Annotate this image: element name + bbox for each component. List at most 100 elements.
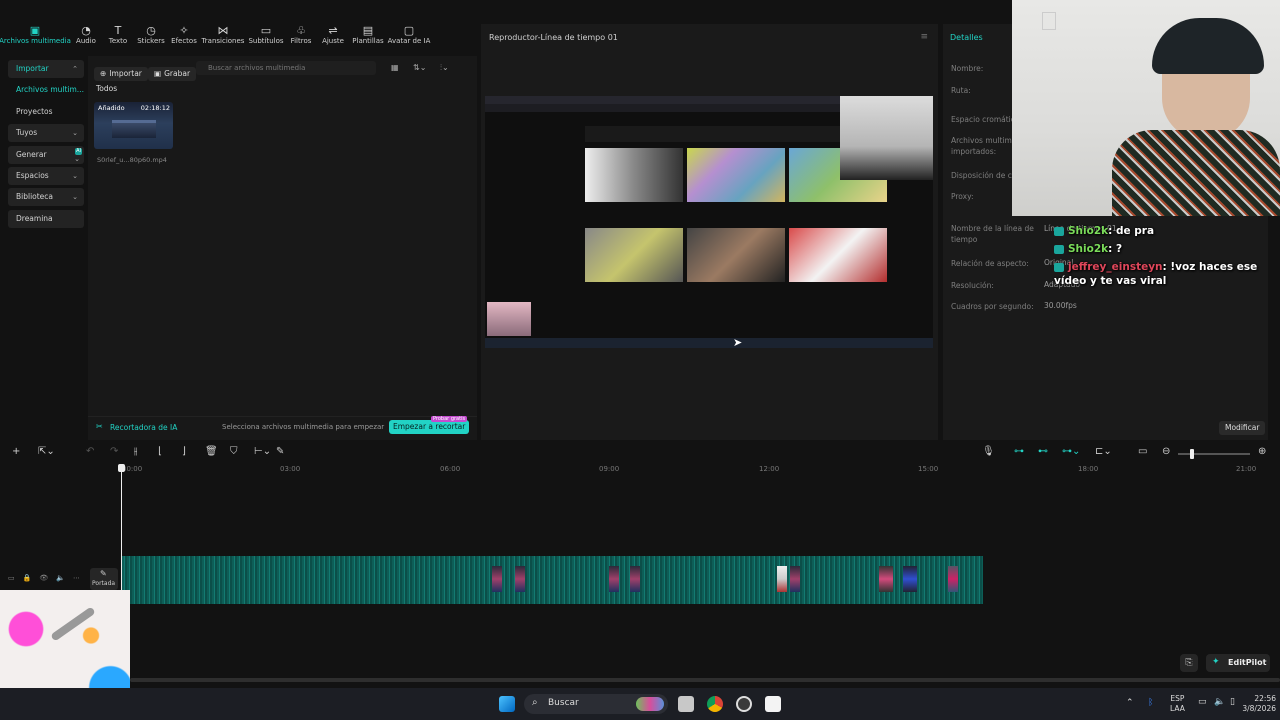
windows-start-icon[interactable] xyxy=(499,696,515,712)
clip-thumb xyxy=(790,566,800,592)
network-icon[interactable]: ▭ xyxy=(1198,697,1207,707)
editpilot-label: EditPilot xyxy=(1228,658,1267,667)
start-cutting-button[interactable]: Empezar a recortar xyxy=(389,420,470,434)
bluetooth-icon[interactable]: ᛒ xyxy=(1148,698,1153,708)
modify-button[interactable]: Modificar xyxy=(1219,421,1266,435)
obs-icon[interactable] xyxy=(736,696,752,712)
tab-audio[interactable]: ◔ Audio xyxy=(70,24,102,50)
capcut-icon[interactable] xyxy=(765,696,781,712)
player-panel: Reproductor-Línea de tiempo 01 ≡ ➤ xyxy=(481,24,938,440)
left-nav: Importar⌃ Archivos multim... Proyectos s… xyxy=(8,60,84,420)
zoom-in-icon[interactable]: ⊕ xyxy=(1258,446,1266,457)
magnet-icon[interactable]: ⊷ xyxy=(1038,446,1048,457)
menu-icon[interactable]: ≡ xyxy=(920,32,928,42)
record-button[interactable]: ▣ Grabar xyxy=(148,67,197,81)
chevron-up-icon[interactable]: ⌃ xyxy=(1126,698,1134,708)
chevron-down-icon: ⌄ xyxy=(72,171,78,180)
freeze-icon[interactable]: ⊢⌄ xyxy=(254,446,271,457)
nav-yours[interactable]: Tuyos ⌄ xyxy=(8,124,84,143)
language-indicator[interactable]: ESP LAA xyxy=(1170,694,1185,714)
speaker-icon[interactable]: 🔈 xyxy=(56,574,73,582)
assistant-icon[interactable]: ⎘ xyxy=(1180,654,1198,672)
eye-icon[interactable]: 👁 xyxy=(39,574,56,582)
search-input[interactable] xyxy=(196,61,376,75)
tab-stickers[interactable]: ◷ Stickers xyxy=(134,24,168,50)
preview-taskbar xyxy=(485,338,933,348)
trim-left-icon[interactable]: ⌊ xyxy=(158,446,162,457)
zoom-slider-handle[interactable] xyxy=(1190,449,1194,459)
zoom-out-icon[interactable]: ⊖ xyxy=(1162,446,1170,457)
tab-text[interactable]: T Texto xyxy=(102,24,134,50)
delete-icon[interactable]: 🗑 xyxy=(205,446,218,457)
chat-message: jeffrey_einsteyn: !voz haces ese vídeo y… xyxy=(1054,261,1258,287)
tab-adjust[interactable]: ⇌ Ajuste xyxy=(316,24,350,50)
select-tool-icon[interactable]: ⇱⌄ xyxy=(38,446,55,457)
magic-edit-icon[interactable]: ✎ xyxy=(276,446,284,457)
clip-duration: 02:18:12 xyxy=(140,104,170,112)
try-free-badge: Probar gratis xyxy=(431,416,468,422)
zoom-slider[interactable] xyxy=(1178,453,1250,455)
tab-media[interactable]: ▣ Archivos multimedia xyxy=(0,24,71,50)
nav-spaces[interactable]: Espacios ⌄ xyxy=(8,166,84,185)
add-track-icon[interactable]: + xyxy=(12,446,20,457)
tab-subtitles[interactable]: ▭ Subtítulos xyxy=(246,24,286,50)
filter-icon[interactable]: ⫶⌄ xyxy=(440,63,449,73)
search-highlight-icon xyxy=(636,697,664,711)
nav-dreamina[interactable]: Dreamina xyxy=(8,209,84,228)
video-track[interactable] xyxy=(122,556,983,604)
clip-thumb xyxy=(492,566,502,592)
shield-icon[interactable]: ⛉ xyxy=(230,446,238,457)
timeline-scrollbar[interactable] xyxy=(130,678,1280,682)
ai-cutter-hint: Selecciona archivos multimedia para empe… xyxy=(222,423,385,431)
split-icon[interactable]: ⫲ xyxy=(134,446,137,457)
tab-effects[interactable]: ✧ Efectos xyxy=(168,24,200,50)
sort-icon[interactable]: ⇅⌄ xyxy=(413,63,426,72)
battery-icon[interactable]: ▯ xyxy=(1230,697,1235,707)
microphone-icon[interactable]: 🎙 xyxy=(982,446,995,457)
tab-templates[interactable]: ▤ Plantillas xyxy=(350,24,386,50)
task-view-icon[interactable] xyxy=(678,696,694,712)
nav-library[interactable]: Biblioteca ⌄ xyxy=(8,188,84,207)
filter-all[interactable]: Todos xyxy=(96,84,117,93)
link-icon[interactable]: ⊶ xyxy=(1014,446,1024,457)
cover-button[interactable]: ✎ Portada xyxy=(90,568,118,590)
video-preview[interactable]: ➤ xyxy=(485,96,933,348)
nav-generate[interactable]: Generar AI ⌄ xyxy=(8,145,84,164)
playhead-handle[interactable] xyxy=(118,464,125,472)
timeline-toolbar: + ⇱⌄ ↶ ↷ ⫲ ⌊ ⌋ 🗑 ⛉ ⊢⌄ ✎ 🎙 ⊶ ⊷ ⊶⌄ ⊏⌄ ▭ ⊖ … xyxy=(0,446,1280,462)
redo-icon[interactable]: ↷ xyxy=(110,446,118,457)
cursor-icon: ➤ xyxy=(733,336,743,348)
clock[interactable]: 22:56 3/8/2026 xyxy=(1236,694,1276,714)
preview-axis-icon[interactable]: ⊏⌄ xyxy=(1095,446,1112,457)
more-icon[interactable]: ⋯ xyxy=(73,574,88,582)
snap-icon[interactable]: ⊶⌄ xyxy=(1062,446,1080,457)
tab-filters[interactable]: ♧ Filtros xyxy=(286,24,316,50)
import-button[interactable]: ⊕ Importar xyxy=(94,67,148,81)
detail-resolution-label: Resolución: xyxy=(951,281,994,290)
media-clip-thumbnail[interactable]: Añadido 02:18:12 xyxy=(94,102,173,149)
clip-thumb xyxy=(515,566,525,592)
nav-media[interactable]: Archivos multim... xyxy=(8,81,84,99)
undo-icon[interactable]: ↶ xyxy=(86,446,94,457)
tab-transitions[interactable]: ⋈ Transiciones xyxy=(200,24,246,50)
lock-icon[interactable]: 🔒 xyxy=(23,574,40,582)
track-controls: ▭🔒👁🔈⋯ xyxy=(8,574,88,586)
nav-import[interactable]: Importar ⌃ xyxy=(8,60,84,78)
timeline-ruler[interactable]: 00:00 03:00 06:00 09:00 12:00 15:00 18:0… xyxy=(120,465,1280,475)
track-toggle-icon[interactable]: ▭ xyxy=(8,574,23,582)
effects-icon: ✧ xyxy=(179,24,189,37)
pencil-icon: ✎ xyxy=(100,569,107,578)
chrome-icon[interactable] xyxy=(707,696,723,712)
grid-view-icon[interactable]: ▦ xyxy=(391,63,399,72)
nav-secondary-projects[interactable]: Proyectos secun... xyxy=(8,103,84,134)
editpilot-button[interactable]: ✦ EditPilot xyxy=(1206,654,1270,672)
tab-ai-avatar[interactable]: ▢ Avatar de IA xyxy=(386,24,432,50)
caption-icon[interactable]: ▭ xyxy=(1138,446,1147,457)
sticker-icon: ◷ xyxy=(146,24,156,37)
taskbar-search[interactable]: ⌕ Buscar xyxy=(524,694,668,714)
preview-sidebar xyxy=(485,112,533,338)
search-icon: ⌕ xyxy=(532,697,538,708)
trim-right-icon[interactable]: ⌋ xyxy=(182,446,186,457)
clip-thumb xyxy=(777,566,787,592)
volume-icon[interactable]: 🔈 xyxy=(1214,697,1225,707)
